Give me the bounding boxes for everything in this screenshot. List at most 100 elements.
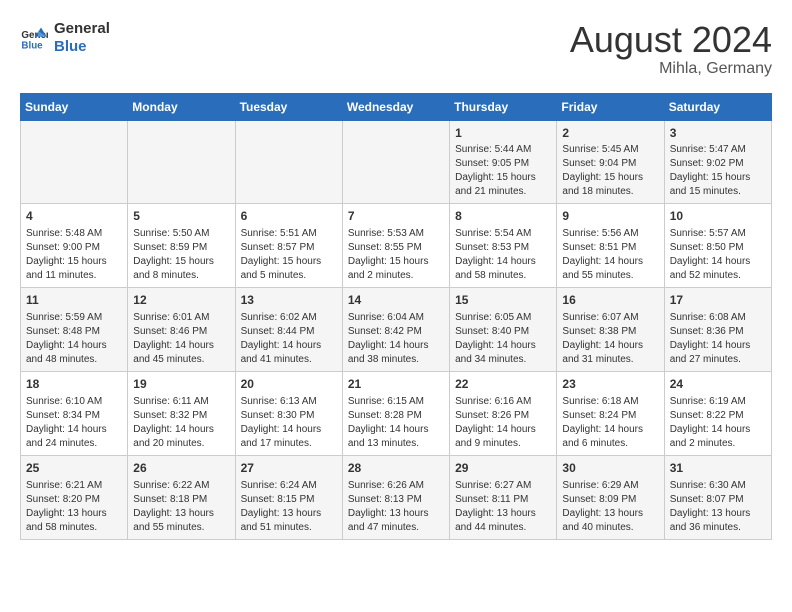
day-content: Sunrise: 5:56 AM Sunset: 8:51 PM Dayligh…	[562, 227, 658, 283]
calendar-cell: 16 Sunrise: 6:07 AM Sunset: 8:38 PM Dayli…	[557, 288, 664, 372]
day-number: 25	[26, 460, 122, 477]
calendar-cell: 7 Sunrise: 5:53 AM Sunset: 8:55 PM Daylig…	[342, 204, 449, 288]
day-content: Sunrise: 6:13 AM Sunset: 8:30 PM Dayligh…	[241, 395, 337, 451]
calendar-week-5: 25 Sunrise: 6:21 AM Sunset: 8:20 PM Dayli…	[21, 455, 772, 539]
day-number: 5	[133, 208, 229, 225]
day-content: Sunrise: 5:50 AM Sunset: 8:59 PM Dayligh…	[133, 227, 229, 283]
header-saturday: Saturday	[664, 93, 771, 120]
day-content: Sunrise: 5:53 AM Sunset: 8:55 PM Dayligh…	[348, 227, 444, 283]
calendar-cell: 21Sunrise: 6:15 AM Sunset: 8:28 PM Dayli…	[342, 371, 449, 455]
calendar-cell: 27 Sunrise: 6:24 AM Sunset: 8:15 PM Dayli…	[235, 455, 342, 539]
calendar-table: Sunday Monday Tuesday Wednesday Thursday…	[20, 93, 772, 540]
day-content: Sunrise: 6:01 AM Sunset: 8:46 PM Dayligh…	[133, 311, 229, 367]
day-number: 1	[455, 125, 551, 142]
day-number: 17	[670, 292, 766, 309]
header-monday: Monday	[128, 93, 235, 120]
calendar-cell: 30Sunrise: 6:29 AM Sunset: 8:09 PM Dayli…	[557, 455, 664, 539]
day-number: 14	[348, 292, 444, 309]
header-tuesday: Tuesday	[235, 93, 342, 120]
day-content: Sunrise: 6:02 AM Sunset: 8:44 PM Dayligh…	[241, 311, 337, 367]
location: Mihla, Germany	[570, 60, 772, 78]
header-sunday: Sunday	[21, 93, 128, 120]
day-number: 8	[455, 208, 551, 225]
day-number: 9	[562, 208, 658, 225]
day-number: 30	[562, 460, 658, 477]
day-number: 12	[133, 292, 229, 309]
day-content: Sunrise: 6:22 AM Sunset: 8:18 PM Dayligh…	[133, 479, 229, 535]
calendar-cell: 17 Sunrise: 6:08 AM Sunset: 8:36 PM Dayli…	[664, 288, 771, 372]
calendar-cell: 5 Sunrise: 5:50 AM Sunset: 8:59 PM Daylig…	[128, 204, 235, 288]
calendar-cell: 9 Sunrise: 5:56 AM Sunset: 8:51 PM Daylig…	[557, 204, 664, 288]
day-content: Sunrise: 5:59 AM Sunset: 8:48 PM Dayligh…	[26, 311, 122, 367]
logo-line2: Blue	[54, 38, 110, 56]
calendar-body: 1Sunrise: 5:44 AM Sunset: 9:05 PM Daylig…	[21, 120, 772, 539]
day-content: Sunrise: 6:07 AM Sunset: 8:38 PM Dayligh…	[562, 311, 658, 367]
calendar-cell	[235, 120, 342, 204]
day-number: 20	[241, 376, 337, 393]
calendar-cell: 29Sunrise: 6:27 AM Sunset: 8:11 PM Dayli…	[450, 455, 557, 539]
calendar-cell: 11 Sunrise: 5:59 AM Sunset: 8:48 PM Dayli…	[21, 288, 128, 372]
day-number: 31	[670, 460, 766, 477]
day-number: 11	[26, 292, 122, 309]
day-number: 28	[348, 460, 444, 477]
day-number: 3	[670, 125, 766, 142]
calendar-cell: 28 Sunrise: 6:26 AM Sunset: 8:13 PM Dayli…	[342, 455, 449, 539]
day-content: Sunrise: 6:04 AM Sunset: 8:42 PM Dayligh…	[348, 311, 444, 367]
calendar-week-4: 18 Sunrise: 6:10 AM Sunset: 8:34 PM Dayli…	[21, 371, 772, 455]
calendar-cell: 24Sunrise: 6:19 AM Sunset: 8:22 PM Dayli…	[664, 371, 771, 455]
header-friday: Friday	[557, 93, 664, 120]
day-content: Sunrise: 6:15 AM Sunset: 8:28 PM Dayligh…	[348, 395, 444, 451]
header-wednesday: Wednesday	[342, 93, 449, 120]
day-content: Sunrise: 6:24 AM Sunset: 8:15 PM Dayligh…	[241, 479, 337, 535]
day-content: Sunrise: 5:45 AM Sunset: 9:04 PM Dayligh…	[562, 143, 658, 199]
calendar-cell	[21, 120, 128, 204]
day-number: 19	[133, 376, 229, 393]
calendar-cell	[128, 120, 235, 204]
month-year: August 2024	[570, 20, 772, 60]
day-number: 27	[241, 460, 337, 477]
day-number: 2	[562, 125, 658, 142]
title-block: August 2024 Mihla, Germany	[570, 20, 772, 78]
day-number: 16	[562, 292, 658, 309]
header-thursday: Thursday	[450, 93, 557, 120]
page-header: General Blue General Blue August 2024 Mi…	[20, 20, 772, 78]
calendar-cell: 20 Sunrise: 6:13 AM Sunset: 8:30 PM Dayli…	[235, 371, 342, 455]
calendar-cell: 4 Sunrise: 5:48 AM Sunset: 9:00 PM Daylig…	[21, 204, 128, 288]
svg-text:Blue: Blue	[21, 41, 43, 52]
day-content: Sunrise: 6:11 AM Sunset: 8:32 PM Dayligh…	[133, 395, 229, 451]
day-content: Sunrise: 5:57 AM Sunset: 8:50 PM Dayligh…	[670, 227, 766, 283]
day-number: 7	[348, 208, 444, 225]
day-number: 13	[241, 292, 337, 309]
logo-icon: General Blue	[20, 24, 48, 52]
day-number: 6	[241, 208, 337, 225]
day-number: 18	[26, 376, 122, 393]
day-number: 4	[26, 208, 122, 225]
calendar-cell: 31 Sunrise: 6:30 AM Sunset: 8:07 PM Dayli…	[664, 455, 771, 539]
day-content: Sunrise: 6:30 AM Sunset: 8:07 PM Dayligh…	[670, 479, 766, 535]
day-number: 24	[670, 376, 766, 393]
calendar-cell: 1Sunrise: 5:44 AM Sunset: 9:05 PM Daylig…	[450, 120, 557, 204]
calendar-header: Sunday Monday Tuesday Wednesday Thursday…	[21, 93, 772, 120]
calendar-week-2: 4 Sunrise: 5:48 AM Sunset: 9:00 PM Daylig…	[21, 204, 772, 288]
day-content: Sunrise: 5:44 AM Sunset: 9:05 PM Dayligh…	[455, 143, 551, 199]
calendar-cell: 2Sunrise: 5:45 AM Sunset: 9:04 PM Daylig…	[557, 120, 664, 204]
calendar-cell: 18 Sunrise: 6:10 AM Sunset: 8:34 PM Dayli…	[21, 371, 128, 455]
day-content: Sunrise: 6:05 AM Sunset: 8:40 PM Dayligh…	[455, 311, 551, 367]
calendar-week-3: 11 Sunrise: 5:59 AM Sunset: 8:48 PM Dayli…	[21, 288, 772, 372]
day-content: Sunrise: 6:08 AM Sunset: 8:36 PM Dayligh…	[670, 311, 766, 367]
calendar-cell	[342, 120, 449, 204]
day-content: Sunrise: 6:21 AM Sunset: 8:20 PM Dayligh…	[26, 479, 122, 535]
calendar-week-1: 1Sunrise: 5:44 AM Sunset: 9:05 PM Daylig…	[21, 120, 772, 204]
calendar-cell: 12 Sunrise: 6:01 AM Sunset: 8:46 PM Dayli…	[128, 288, 235, 372]
day-content: Sunrise: 5:48 AM Sunset: 9:00 PM Dayligh…	[26, 227, 122, 283]
calendar-cell: 13 Sunrise: 6:02 AM Sunset: 8:44 PM Dayli…	[235, 288, 342, 372]
day-content: Sunrise: 6:26 AM Sunset: 8:13 PM Dayligh…	[348, 479, 444, 535]
logo-line1: General	[54, 20, 110, 38]
calendar-cell: 8Sunrise: 5:54 AM Sunset: 8:53 PM Daylig…	[450, 204, 557, 288]
calendar-cell: 3Sunrise: 5:47 AM Sunset: 9:02 PM Daylig…	[664, 120, 771, 204]
day-number: 22	[455, 376, 551, 393]
calendar-cell: 25 Sunrise: 6:21 AM Sunset: 8:20 PM Dayli…	[21, 455, 128, 539]
calendar-cell: 6Sunrise: 5:51 AM Sunset: 8:57 PM Daylig…	[235, 204, 342, 288]
day-content: Sunrise: 6:10 AM Sunset: 8:34 PM Dayligh…	[26, 395, 122, 451]
calendar-cell: 23Sunrise: 6:18 AM Sunset: 8:24 PM Dayli…	[557, 371, 664, 455]
